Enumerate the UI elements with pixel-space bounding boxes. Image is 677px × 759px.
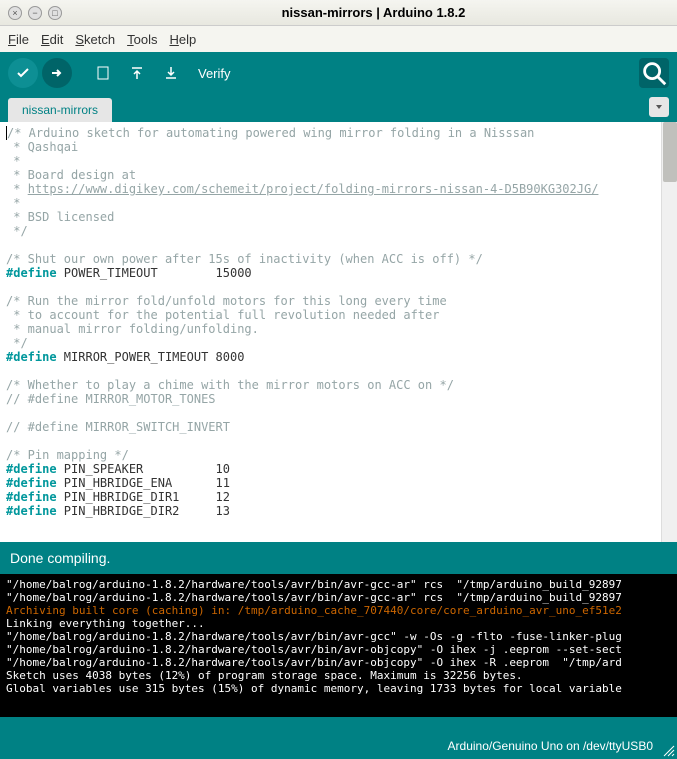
menu-sketch[interactable]: Sketch (75, 32, 115, 47)
status-bar: Done compiling. (0, 542, 677, 574)
tab-sketch[interactable]: nissan-mirrors (8, 98, 112, 122)
menubar: File Edit Sketch Tools Help (0, 26, 677, 52)
toolbar-label: Verify (198, 66, 231, 81)
scrollbar-thumb[interactable] (663, 122, 677, 182)
code-editor-wrap: /* Arduino sketch for automating powered… (0, 122, 677, 542)
console-scrollbar-horizontal[interactable] (0, 717, 677, 733)
resize-grip-icon[interactable] (663, 745, 675, 757)
toolbar: Verify (0, 52, 677, 94)
window-close-button[interactable]: × (8, 6, 22, 20)
save-button[interactable] (156, 58, 186, 88)
editor-scrollbar-vertical[interactable] (661, 122, 677, 542)
upload-button[interactable] (42, 58, 72, 88)
new-button[interactable] (88, 58, 118, 88)
schematic-link[interactable]: https://www.digikey.com/schemeit/project… (28, 182, 599, 196)
window-minimize-button[interactable]: − (28, 6, 42, 20)
menu-file[interactable]: File (8, 32, 29, 47)
console-output[interactable]: "/home/balrog/arduino-1.8.2/hardware/too… (0, 574, 677, 717)
menu-help[interactable]: Help (169, 32, 196, 47)
menu-tools[interactable]: Tools (127, 32, 157, 47)
tab-bar: nissan-mirrors (0, 94, 677, 122)
board-port-label: Arduino/Genuino Uno on /dev/ttyUSB0 (448, 739, 653, 753)
code-editor[interactable]: /* Arduino sketch for automating powered… (0, 122, 661, 542)
verify-button[interactable] (8, 58, 38, 88)
window-maximize-button[interactable]: □ (48, 6, 62, 20)
tab-menu-button[interactable] (649, 97, 669, 117)
window-title: nissan-mirrors | Arduino 1.8.2 (70, 5, 677, 20)
menu-edit[interactable]: Edit (41, 32, 63, 47)
footer: Arduino/Genuino Uno on /dev/ttyUSB0 (0, 733, 677, 759)
open-button[interactable] (122, 58, 152, 88)
window-titlebar: × − □ nissan-mirrors | Arduino 1.8.2 (0, 0, 677, 26)
serial-monitor-button[interactable] (639, 58, 669, 88)
